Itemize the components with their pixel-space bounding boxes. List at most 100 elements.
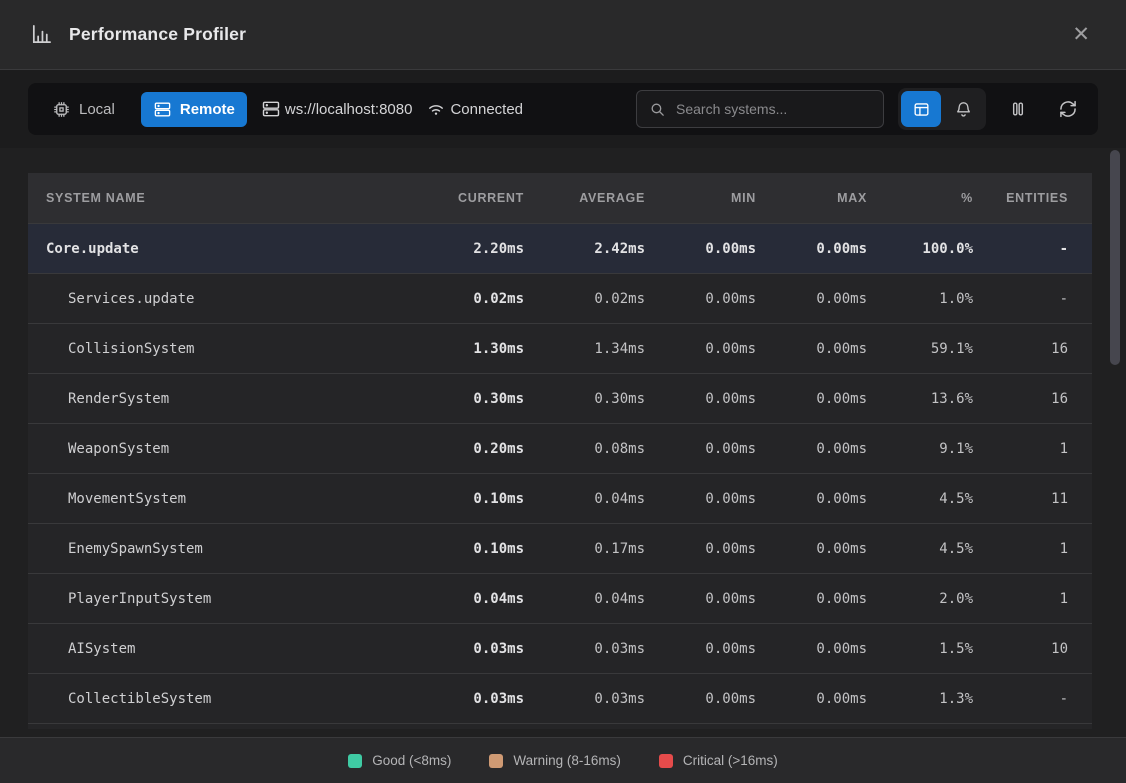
clipped-table-row	[28, 723, 1092, 729]
current-cell: 0.30ms	[438, 391, 548, 407]
warning-label: Warning (8-16ms)	[513, 753, 621, 768]
table-row[interactable]: Services.update 0.02ms 0.02ms 0.00ms 0.0…	[28, 273, 1092, 323]
average-cell: 0.04ms	[548, 591, 669, 607]
min-cell: 0.00ms	[669, 441, 780, 457]
bar-chart-icon	[30, 23, 53, 46]
alerts-button[interactable]	[943, 91, 983, 127]
max-cell: 0.00ms	[780, 241, 891, 257]
table-row[interactable]: CollectibleSystem 0.03ms 0.03ms 0.00ms 0…	[28, 673, 1092, 723]
system-name-cell: CollisionSystem	[28, 341, 438, 357]
max-cell: 0.00ms	[780, 291, 891, 307]
server-icon	[153, 100, 172, 119]
average-cell: 0.17ms	[548, 541, 669, 557]
max-cell: 0.00ms	[780, 641, 891, 657]
vertical-scrollbar[interactable]	[1109, 148, 1121, 737]
average-cell: 0.03ms	[548, 691, 669, 707]
system-name-cell: MovementSystem	[28, 491, 438, 507]
percent-cell: 9.1%	[891, 441, 997, 457]
entities-cell: -	[997, 691, 1092, 707]
profiler-content: SYSTEM NAME CURRENT AVERAGE MIN MAX % EN…	[0, 148, 1126, 737]
pause-button[interactable]	[1000, 91, 1036, 127]
table-icon	[912, 100, 931, 119]
entities-cell: 11	[997, 491, 1092, 507]
column-header-average: AVERAGE	[548, 191, 669, 205]
column-header-system-name: SYSTEM NAME	[28, 191, 438, 205]
wifi-icon	[426, 99, 448, 119]
remote-mode-button[interactable]: Remote	[141, 92, 247, 127]
system-name-cell: CollectibleSystem	[28, 691, 438, 707]
table-row[interactable]: RenderSystem 0.30ms 0.30ms 0.00ms 0.00ms…	[28, 373, 1092, 423]
percent-cell: 13.6%	[891, 391, 997, 407]
average-cell: 0.04ms	[548, 491, 669, 507]
cpu-icon	[52, 100, 71, 119]
connection-status: Connected	[426, 99, 523, 119]
table-row[interactable]: AISystem 0.03ms 0.03ms 0.00ms 0.00ms 1.5…	[28, 623, 1092, 673]
local-mode-label: Local	[79, 101, 115, 118]
entities-cell: 16	[997, 341, 1092, 357]
table-header-row: SYSTEM NAME CURRENT AVERAGE MIN MAX % EN…	[28, 173, 1092, 223]
toolbar: Local Remote w	[28, 83, 1098, 135]
bell-icon	[954, 100, 973, 119]
current-cell: 0.02ms	[438, 291, 548, 307]
entities-cell: 16	[997, 391, 1092, 407]
min-cell: 0.00ms	[669, 291, 780, 307]
percent-cell: 100.0%	[891, 241, 997, 257]
percent-cell: 2.0%	[891, 591, 997, 607]
table-row[interactable]: MovementSystem 0.10ms 0.04ms 0.00ms 0.00…	[28, 473, 1092, 523]
max-cell: 0.00ms	[780, 691, 891, 707]
current-cell: 0.10ms	[438, 541, 548, 557]
max-cell: 0.00ms	[780, 541, 891, 557]
good-swatch	[348, 754, 362, 768]
current-cell: 2.20ms	[438, 241, 548, 257]
system-name-cell: WeaponSystem	[28, 441, 438, 457]
refresh-icon	[1058, 99, 1078, 119]
min-cell: 0.00ms	[669, 241, 780, 257]
system-name-cell: Services.update	[28, 291, 438, 307]
systems-table: SYSTEM NAME CURRENT AVERAGE MIN MAX % EN…	[28, 173, 1092, 729]
table-row[interactable]: EnemySpawnSystem 0.10ms 0.17ms 0.00ms 0.…	[28, 523, 1092, 573]
refresh-button[interactable]	[1050, 91, 1086, 127]
table-view-button[interactable]	[901, 91, 941, 127]
entities-cell: 1	[997, 591, 1092, 607]
table-row[interactable]: CollisionSystem 1.30ms 1.34ms 0.00ms 0.0…	[28, 323, 1092, 373]
average-cell: 0.03ms	[548, 641, 669, 657]
table-row[interactable]: Core.update 2.20ms 2.42ms 0.00ms 0.00ms …	[28, 223, 1092, 273]
current-cell: 0.03ms	[438, 691, 548, 707]
average-cell: 2.42ms	[548, 241, 669, 257]
entities-cell: 10	[997, 641, 1092, 657]
column-header-max: MAX	[780, 191, 891, 205]
current-cell: 0.10ms	[438, 491, 548, 507]
min-cell: 0.00ms	[669, 541, 780, 557]
average-cell: 0.08ms	[548, 441, 669, 457]
max-cell: 0.00ms	[780, 391, 891, 407]
min-cell: 0.00ms	[669, 491, 780, 507]
scrollbar-thumb[interactable]	[1110, 150, 1120, 365]
current-cell: 0.03ms	[438, 641, 548, 657]
legend-item-warning: Warning (8-16ms)	[489, 753, 621, 768]
table-row[interactable]: PlayerInputSystem 0.04ms 0.04ms 0.00ms 0…	[28, 573, 1092, 623]
percent-cell: 1.3%	[891, 691, 997, 707]
percent-cell: 1.0%	[891, 291, 997, 307]
search-input[interactable]	[676, 101, 871, 117]
average-cell: 1.34ms	[548, 341, 669, 357]
server-icon	[261, 99, 283, 119]
websocket-url-text: ws://localhost:8080	[285, 101, 413, 118]
column-header-entities: ENTITIES	[997, 191, 1092, 205]
table-row[interactable]: WeaponSystem 0.20ms 0.08ms 0.00ms 0.00ms…	[28, 423, 1092, 473]
max-cell: 0.00ms	[780, 491, 891, 507]
close-button[interactable]: ✕	[1066, 20, 1096, 49]
average-cell: 0.02ms	[548, 291, 669, 307]
websocket-url: ws://localhost:8080	[261, 99, 413, 119]
page-title: Performance Profiler	[69, 24, 246, 45]
min-cell: 0.00ms	[669, 391, 780, 407]
pause-icon	[1008, 99, 1028, 119]
current-cell: 0.20ms	[438, 441, 548, 457]
search-box	[636, 90, 884, 128]
column-header-percent: %	[891, 191, 997, 205]
local-mode-button[interactable]: Local	[40, 92, 127, 127]
percent-cell: 4.5%	[891, 541, 997, 557]
column-header-min: MIN	[669, 191, 780, 205]
percent-cell: 4.5%	[891, 491, 997, 507]
legend-footer: Good (<8ms) Warning (8-16ms) Critical (>…	[0, 737, 1126, 783]
min-cell: 0.00ms	[669, 341, 780, 357]
